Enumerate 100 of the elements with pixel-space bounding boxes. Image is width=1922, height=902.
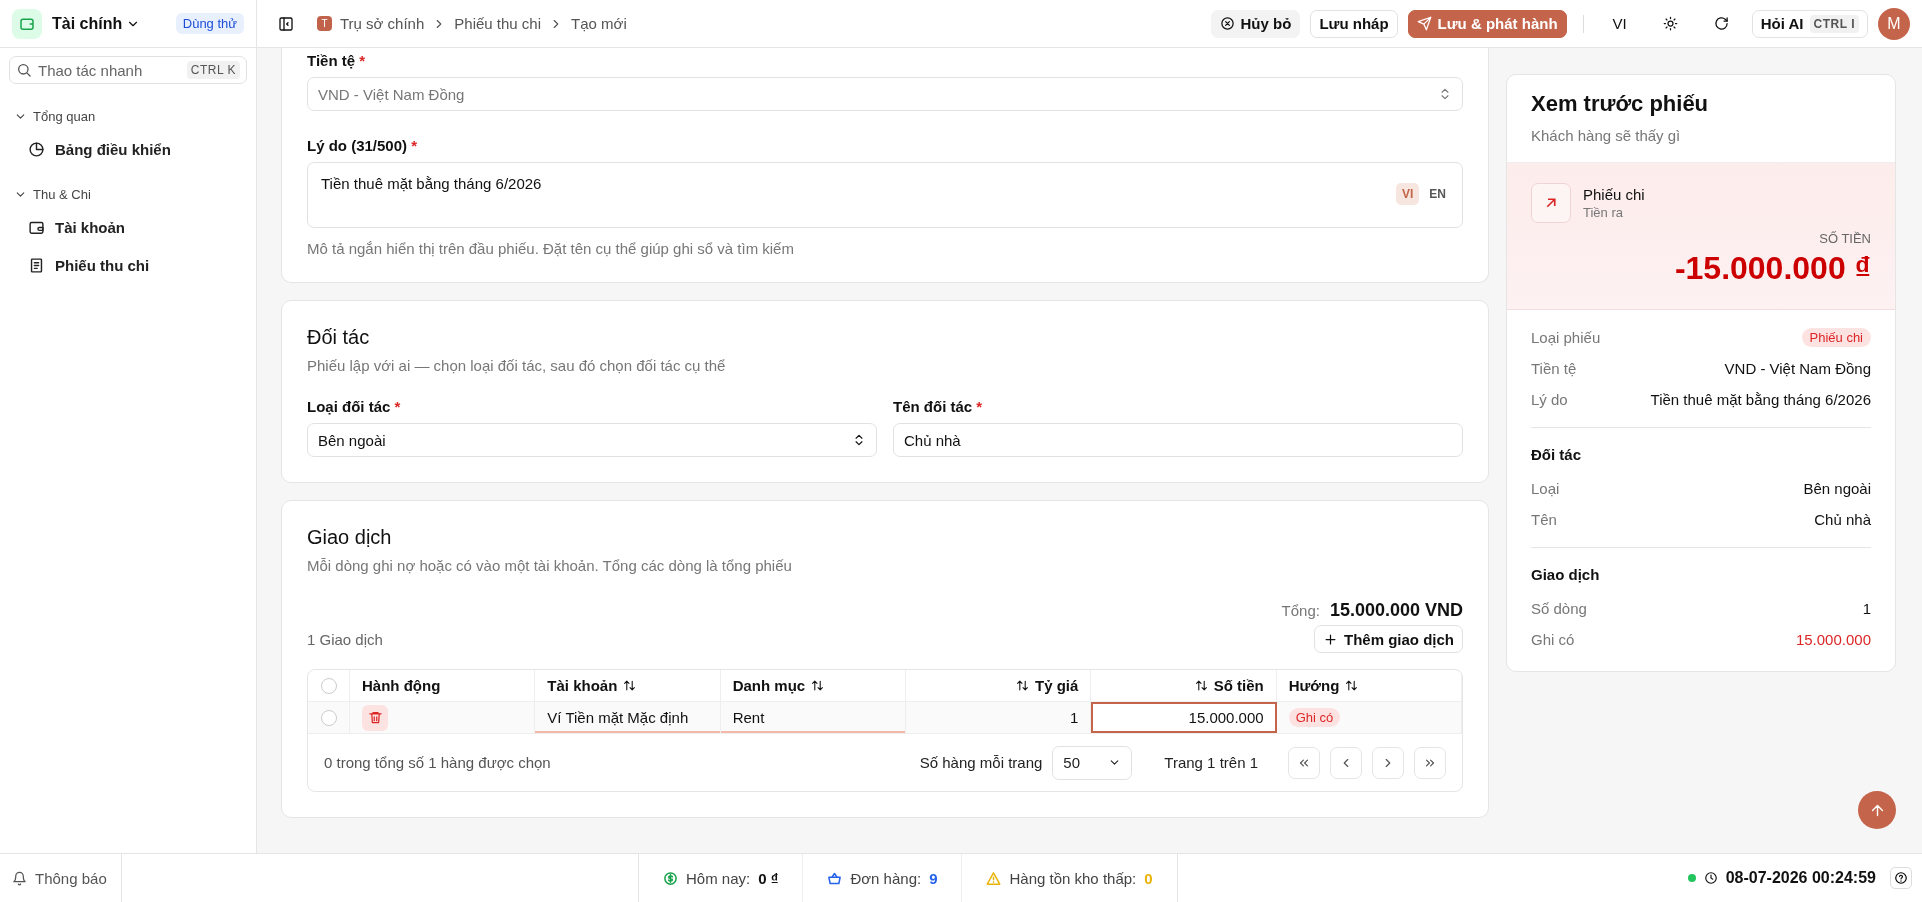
breadcrumb-item[interactable]: Phiếu thu chi <box>454 15 542 32</box>
receipt-icon <box>28 256 45 274</box>
input-field[interactable]: Chủ nhà <box>893 423 1463 457</box>
field-label: Lý do (31/500) * <box>307 137 419 154</box>
total-label: Tổng: <box>1281 602 1320 619</box>
help-text: Mô tả ngắn hiển thị trên đầu phiếu. Đặt tên cụ thể giúp ghi sổ và tìm kiếm <box>307 240 795 257</box>
voucher-type: Phiếu chi <box>1583 186 1645 203</box>
notifications-button[interactable]: Thông báo <box>0 854 122 902</box>
ask-ai-button[interactable]: Hỏi AI CTRL I <box>1751 9 1868 38</box>
total-value: 15.000.000 VND <box>1329 600 1463 621</box>
preview-title: Xem trước phiếu <box>1531 91 1710 117</box>
breadcrumb-item[interactable]: Trụ sở chính <box>340 15 425 32</box>
quick-search-field[interactable]: Thao tác nhanh CTRL K <box>9 56 247 84</box>
pie-chart-icon <box>28 140 45 158</box>
preview-label: Tiền tệ <box>1531 360 1577 377</box>
preview-value: Tiền thuê mặt bằng tháng 6/2026 <box>1650 391 1871 408</box>
plus-icon <box>1323 631 1338 647</box>
sidebar-item[interactable]: Phiếu thu chi <box>6 248 250 282</box>
section-title: Giao dịch <box>307 526 393 549</box>
publish-button[interactable]: Lưu & phát hành <box>1407 9 1567 38</box>
stat-label: Hôm nay: <box>686 869 751 887</box>
add-transaction-button[interactable]: Thêm giao dịch <box>1314 625 1463 653</box>
trial-badge: Dùng thử <box>175 13 244 34</box>
amount-label: SỐ TIỀN <box>1818 231 1871 246</box>
sidebar-group[interactable]: Thu & Chi <box>0 180 256 208</box>
search-icon <box>16 62 32 78</box>
field-label: Tiền tệ * <box>307 52 367 69</box>
wallet-logo-icon <box>12 8 42 39</box>
app-switcher[interactable]: Tài chính <box>52 14 141 33</box>
column-header[interactable]: Tỷ giá <box>906 670 1092 701</box>
section-subtitle: Mỗi dòng ghi nợ hoặc có vào một tài khoản. Tổng các dòng là tổng phiếu <box>307 557 793 574</box>
save-draft-button[interactable]: Lưu nháp <box>1310 9 1398 38</box>
column-header[interactable]: Danh mục <box>720 670 906 701</box>
shortcut-hint: CTRL K <box>186 61 240 79</box>
clock-text: 08-07-2026 00:24:59 <box>1725 869 1876 887</box>
rows-per-page-select[interactable]: 50 <box>1052 745 1133 780</box>
preview-value: VND - Việt Nam Đồng <box>1724 360 1871 377</box>
sort-icon <box>1194 679 1208 692</box>
close-icon <box>1219 16 1235 31</box>
section-subtitle: Phiếu lập với ai — chọn loại đối tác, sau đó chọn đối tác cụ thể <box>307 357 727 374</box>
page-info: Trang 1 trên 1 <box>1164 754 1258 771</box>
select-field[interactable]: Bên ngoài <box>307 423 877 457</box>
preview-value: Chủ nhà <box>1814 511 1871 528</box>
scroll-to-top-button[interactable] <box>1858 791 1896 829</box>
org-avatar: T <box>317 16 332 31</box>
selection-status: 0 trong tổng số 1 hàng được chọn <box>324 754 551 771</box>
voucher-subtitle: Tiền ra <box>1583 205 1624 220</box>
transaction-count: 1 Giao dịch <box>307 630 383 648</box>
sidebar-group[interactable]: Tổng quan <box>0 102 256 130</box>
table-cell: Ví Tiền mặt Mặc định <box>535 702 721 733</box>
sort-icon <box>623 679 637 692</box>
stat-value: 0 <box>1144 869 1153 887</box>
rows-per-page-label: Số hàng mỗi trang <box>919 754 1043 771</box>
trash-icon <box>367 710 383 725</box>
user-avatar[interactable]: M <box>1878 7 1910 40</box>
table-cell: 1 <box>906 702 1092 733</box>
preview-section-title: Giao dịch <box>1531 566 1601 583</box>
sort-icon <box>811 679 825 692</box>
language-button[interactable]: VI <box>1599 9 1640 38</box>
preview-label: Ghi có <box>1531 631 1575 648</box>
stat-value: 9 <box>929 869 938 887</box>
column-header[interactable]: Tài khoản <box>535 670 721 701</box>
field-label: Loại đối tác * <box>307 398 402 415</box>
sidebar-item[interactable]: Bảng điều khiển <box>6 132 250 166</box>
table-cell: Rent <box>720 702 906 733</box>
cancel-button[interactable]: Hủy bỏ <box>1210 9 1301 38</box>
sort-icon <box>1015 679 1029 692</box>
preview-value: 15.000.000 <box>1795 631 1871 648</box>
breadcrumb-item[interactable]: Tạo mới <box>571 15 627 32</box>
help-button[interactable] <box>1890 867 1912 889</box>
table-cell[interactable]: 15.000.000 <box>1091 702 1277 733</box>
delete-button[interactable] <box>362 704 388 731</box>
arrow-up-right-icon <box>1531 183 1571 223</box>
sun-icon <box>1662 16 1678 31</box>
last-page-button[interactable] <box>1414 746 1446 779</box>
preview-label: Loại phiếu <box>1531 329 1601 346</box>
preview-label: Lý do <box>1531 391 1568 408</box>
amount-value: -15.000.000 ₫ <box>1673 250 1871 287</box>
select-all-checkbox[interactable] <box>320 677 337 694</box>
stat-label: Hàng tồn kho thấp: <box>1009 869 1137 887</box>
shortcut-hint: CTRL I <box>1809 14 1859 33</box>
send-icon <box>1416 16 1432 31</box>
preview-label: Số dòng <box>1531 600 1587 617</box>
language-tab[interactable]: EN <box>1423 183 1452 205</box>
preview-section-title: Đối tác <box>1531 446 1582 463</box>
bell-icon <box>12 870 27 886</box>
sidebar-item[interactable]: Tài khoản <box>6 210 250 244</box>
field-label: Tên đối tác * <box>893 398 984 415</box>
preview-value: 1 <box>1862 600 1871 617</box>
stat-label: Đơn hàng: <box>850 869 922 887</box>
refresh-icon <box>1713 16 1729 31</box>
column-header[interactable]: Hướng <box>1276 670 1462 701</box>
column-header[interactable]: Hành động <box>350 670 536 701</box>
panel-icon <box>278 15 294 32</box>
row-checkbox[interactable] <box>320 709 337 726</box>
first-page-button[interactable] <box>1288 746 1320 779</box>
column-header[interactable]: Số tiền <box>1091 670 1277 701</box>
text-area[interactable]: Tiền thuê mặt bằng tháng 6/2026 VI EN <box>307 162 1463 228</box>
preview-label: Loại <box>1531 480 1560 497</box>
direction-badge: Ghi có <box>1288 708 1341 727</box>
